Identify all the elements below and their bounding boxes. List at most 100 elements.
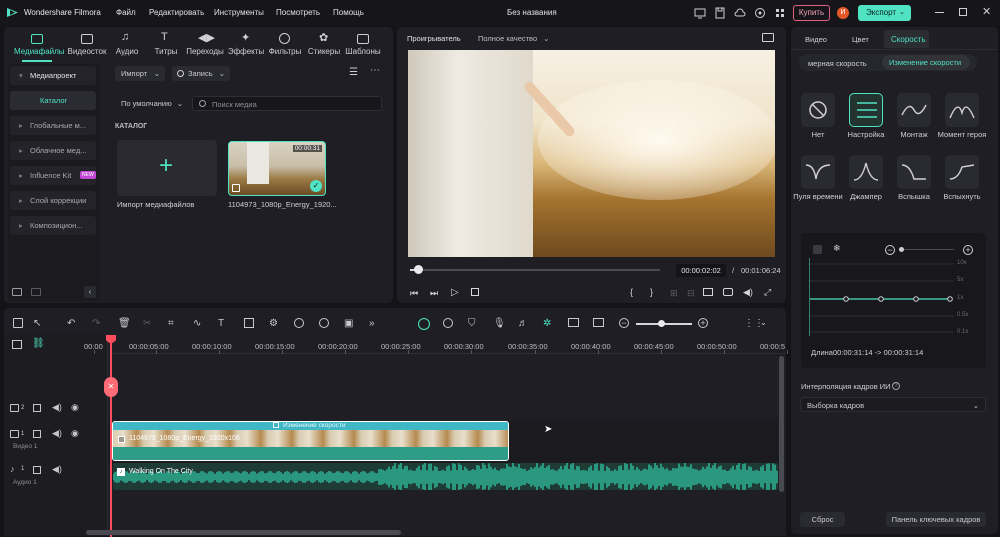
close-icon[interactable]: ✕: [982, 5, 991, 18]
speed-preset-montage[interactable]: [897, 93, 931, 127]
uniform-speed-tab[interactable]: мерная скорость: [808, 59, 867, 68]
render-icon[interactable]: [443, 318, 453, 328]
link-icon[interactable]: ⛓: [32, 338, 45, 349]
folder-icon[interactable]: [31, 288, 41, 296]
menu-view[interactable]: Посмотреть: [276, 8, 320, 17]
speed-preset-flash[interactable]: [897, 155, 931, 189]
folder-lock-icon[interactable]: [33, 404, 41, 412]
sidebar-item-adjustment[interactable]: ▸ Слой коррекции: [10, 191, 96, 210]
speed-preset-none[interactable]: [801, 93, 835, 127]
record-dropdown[interactable]: Запись ⌄: [172, 66, 230, 81]
vertical-scrollbar[interactable]: [779, 356, 784, 492]
mark-in-icon[interactable]: {: [630, 287, 633, 297]
tab-video[interactable]: Видео: [805, 35, 827, 44]
zoom-in-timeline-icon[interactable]: +: [698, 318, 708, 328]
tab-speed[interactable]: Скорость: [884, 30, 929, 48]
mic-icon[interactable]: 🎙: [493, 318, 506, 330]
more-tools-icon[interactable]: »: [369, 318, 381, 330]
snapshot-icon[interactable]: [723, 288, 733, 296]
menu-edit[interactable]: Редактировать: [149, 8, 204, 17]
sidebar-item-influence[interactable]: ▸ Influence Kit NEW: [10, 166, 96, 185]
audio-mix-icon[interactable]: ♬: [518, 318, 530, 330]
fullscreen-icon[interactable]: ⤢: [764, 287, 771, 298]
stop-icon[interactable]: [471, 288, 479, 296]
sort-dropdown[interactable]: По умолчанию ⌄: [115, 96, 187, 111]
select-tool-icon[interactable]: ↖: [33, 318, 45, 330]
speed-preset-jumper[interactable]: [849, 155, 883, 189]
folder-lock-icon[interactable]: [33, 466, 41, 474]
snowflake-icon[interactable]: ❄: [833, 243, 841, 254]
playback-progress-handle[interactable]: [413, 265, 423, 274]
speaker-icon[interactable]: ◀): [52, 464, 62, 474]
minimize-icon[interactable]: [935, 12, 944, 13]
search-input[interactable]: Поиск медиа: [192, 96, 382, 111]
clip-thumbnail[interactable]: 00:00:31 ✓: [228, 141, 326, 196]
keyframe-panel-button[interactable]: Панель ключевых кадров: [886, 512, 986, 527]
quality-dropdown[interactable]: Полное качество ⌄: [478, 34, 549, 43]
player-tab[interactable]: Проигрыватель: [407, 34, 461, 43]
restore-icon[interactable]: [959, 8, 967, 16]
import-media-tile[interactable]: +: [117, 140, 217, 196]
speed-preset-flash-in[interactable]: [945, 155, 979, 189]
pip-icon[interactable]: [568, 318, 579, 327]
reset-button[interactable]: Сброс: [800, 512, 845, 527]
add-track-icon[interactable]: [12, 340, 22, 349]
speed-preset-custom[interactable]: [849, 93, 883, 127]
overwrite-icon[interactable]: ⊟: [687, 288, 695, 299]
zoom-out-icon[interactable]: −: [885, 245, 895, 255]
zoom-handle[interactable]: [899, 247, 904, 252]
undo-icon[interactable]: ↶: [67, 318, 79, 330]
color-icon[interactable]: [319, 318, 329, 328]
playback-progress-track[interactable]: [410, 269, 660, 271]
menu-tools[interactable]: Инструменты: [214, 8, 264, 17]
tab-transitions[interactable]: ◀▶ Переходы: [182, 30, 228, 60]
speed-ramp-tab[interactable]: Изменение скорости: [882, 55, 970, 70]
zoom-track[interactable]: [900, 249, 954, 250]
playhead-marker[interactable]: ✕: [104, 377, 118, 397]
eye-icon[interactable]: ◉: [71, 402, 81, 412]
display-icon[interactable]: [703, 288, 713, 296]
video-clip[interactable]: Изменение скорости 1104973_1080p_Energy_…: [112, 421, 509, 461]
sidebar-item-cloud[interactable]: ▸ Облачное мед...: [10, 141, 96, 160]
volume-icon[interactable]: ◀): [743, 287, 753, 298]
checkbox[interactable]: [813, 245, 822, 254]
speaker-icon[interactable]: ◀): [52, 402, 62, 412]
monitor-icon[interactable]: [693, 6, 707, 20]
cloud-icon[interactable]: [733, 6, 747, 20]
video-preview[interactable]: [408, 50, 775, 257]
ripple-toggle-icon[interactable]: [418, 318, 430, 330]
play-range-icon[interactable]: ⏭: [430, 288, 438, 299]
horizontal-scrollbar[interactable]: [86, 530, 401, 535]
mask-icon[interactable]: [244, 318, 254, 328]
eye-icon[interactable]: ◉: [71, 428, 81, 438]
speed-icon[interactable]: ⚙: [269, 318, 281, 330]
folder-lock-icon[interactable]: [33, 430, 41, 438]
sidebar-item-catalog[interactable]: Каталог: [10, 91, 96, 110]
collapse-sidebar-icon[interactable]: ‹: [84, 286, 96, 298]
info-icon[interactable]: ?: [892, 382, 900, 390]
split-icon[interactable]: ✂: [143, 318, 155, 330]
play-icon[interactable]: ▷: [451, 287, 459, 298]
grid-view-icon[interactable]: ⋮⋮: [744, 318, 764, 330]
export-button[interactable]: Экспорт ⌄: [858, 5, 911, 21]
zoom-in-icon[interactable]: +: [963, 245, 973, 255]
avatar[interactable]: И: [837, 7, 849, 19]
speed-preset-hero-moment[interactable]: [945, 93, 979, 127]
save-icon[interactable]: [713, 6, 727, 20]
filter-icon[interactable]: ☰: [349, 67, 358, 78]
speed-preset-bullet-time[interactable]: [801, 155, 835, 189]
redo-icon[interactable]: ↷: [92, 318, 104, 330]
stabilize-icon[interactable]: ▣: [344, 318, 356, 330]
mark-out-icon[interactable]: }: [650, 287, 653, 297]
prev-frame-icon[interactable]: ⏮: [410, 288, 418, 299]
menu-file[interactable]: Файл: [116, 8, 136, 17]
new-folder-icon[interactable]: [12, 288, 22, 296]
audio-wave-icon[interactable]: ∿: [193, 318, 205, 330]
sidebar-item-compound[interactable]: ▸ Композицион...: [10, 216, 96, 235]
tab-color[interactable]: Цвет: [852, 35, 869, 44]
insert-icon[interactable]: ⊞: [670, 288, 678, 299]
timeline-zoom-handle[interactable]: [658, 320, 665, 327]
menu-help[interactable]: Помощь: [333, 8, 364, 17]
chevron-down-icon[interactable]: ⌄: [760, 318, 772, 330]
layout-icon[interactable]: [13, 318, 23, 328]
